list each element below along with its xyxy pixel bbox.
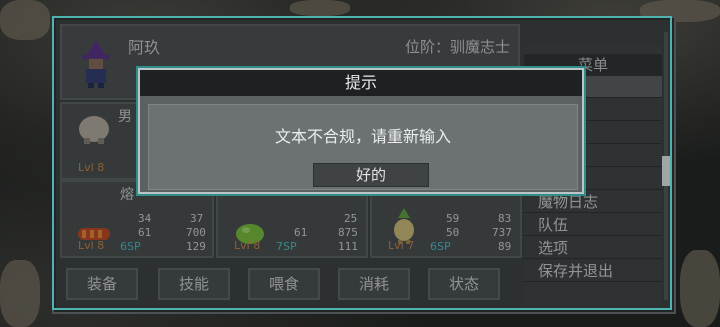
dialog-title: 提示 (140, 70, 582, 96)
rock-decoration (680, 250, 720, 327)
dialog-message: 文本不合规，请重新输入 (274, 127, 451, 146)
alert-dialog: 提示 文本不合规，请重新输入 好的 (138, 68, 584, 194)
rock-decoration (0, 260, 40, 327)
dialog-body: 文本不合规，请重新输入 好的 (148, 104, 578, 190)
ok-button[interactable]: 好的 (313, 163, 429, 187)
rock-decoration (0, 0, 50, 40)
rock-decoration (290, 0, 350, 16)
